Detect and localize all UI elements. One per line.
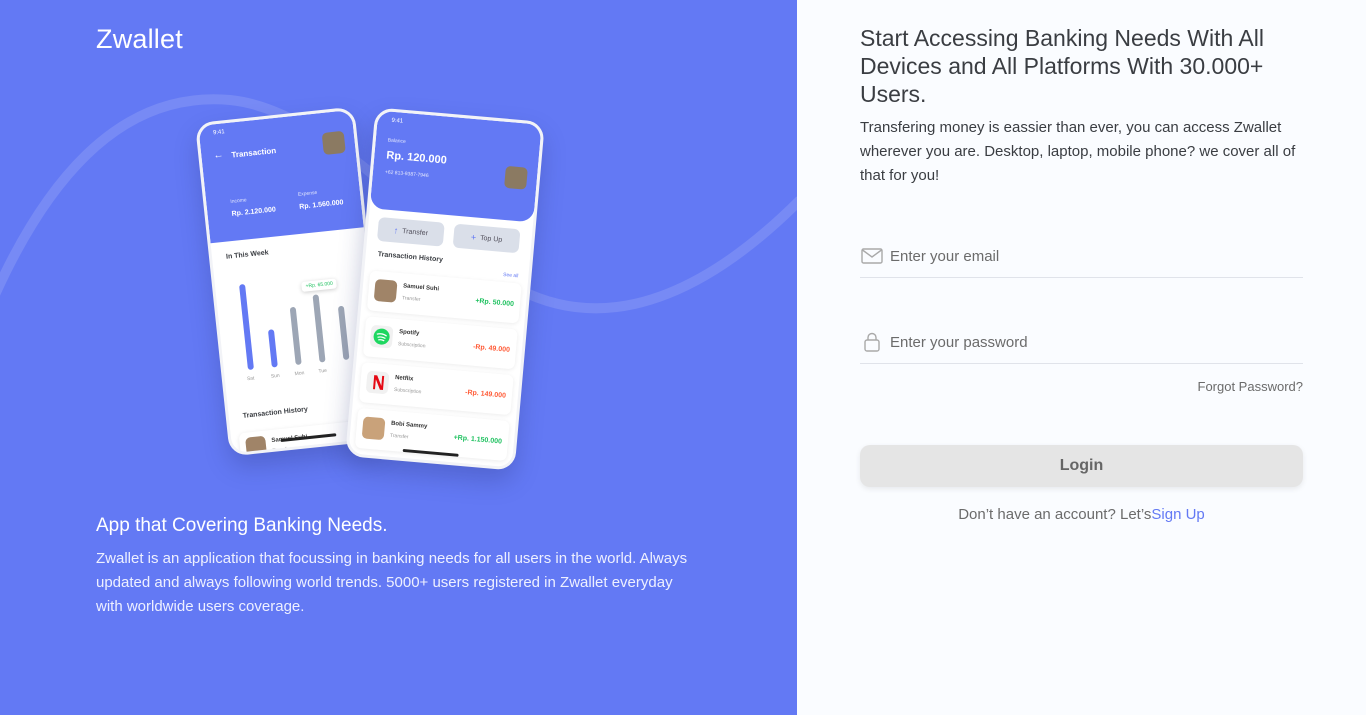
left-panel: Zwallet 9:41 ← Transaction Income Rp. 2.…: [0, 0, 797, 715]
transfer-label: Transfer: [401, 227, 429, 237]
phone-mockup-home: 9:41 Balance Rp. 120.000 +62 813-9387-79…: [345, 107, 545, 471]
page-description: Transfering money is eassier than ever, …: [860, 119, 1296, 184]
row-sub: Transfer: [389, 432, 409, 441]
balance-label: Balance: [387, 137, 407, 146]
password-field: [860, 324, 1303, 364]
signup-prompt: Don’t have an account? Let’sSign Up: [860, 506, 1303, 523]
email-field: [860, 238, 1303, 278]
email-input[interactable]: [890, 244, 1290, 268]
balance-header: 9:41 Balance Rp. 120.000 +62 813-9387-79…: [369, 110, 542, 223]
row-amount: +Rp. 1.150.000: [453, 434, 503, 446]
status-time: 9:41: [391, 117, 404, 125]
week-title: In This Week: [225, 249, 269, 261]
expense-value: Rp. 1.560.000: [298, 199, 344, 211]
status-time: 9:41: [212, 129, 226, 137]
arrow-up-icon: ↑: [393, 225, 399, 236]
row-name: Netflix: [394, 374, 414, 383]
bar: [239, 283, 254, 371]
balance-value: Rp. 120.000: [385, 149, 448, 167]
left-description: Zwallet is an application that focussing…: [96, 550, 688, 615]
row-name: Samuel Suhi: [402, 283, 440, 293]
mail-icon: [861, 248, 883, 264]
row-amount: -Rp. 149.000: [464, 389, 507, 400]
signup-text: Don’t have an account? Let’s: [958, 506, 1152, 523]
password-input[interactable]: [890, 330, 1290, 354]
transaction-title: Transaction: [230, 145, 277, 160]
lock-icon: [864, 332, 880, 352]
transaction-header: 9:41 ← Transaction Income Rp. 2.120.000 …: [198, 109, 364, 244]
row-sub: Subscription: [393, 386, 422, 396]
income-value: Rp. 2.120.000: [231, 206, 277, 218]
bar: [267, 329, 278, 368]
avatar: [373, 278, 398, 303]
row-name: Spotify: [398, 329, 420, 337]
row-amount: -Rp. 49.000: [472, 343, 511, 354]
list-item: Samuel Suhi Transfer +Rp. 50.000: [366, 270, 522, 324]
topup-button: + Top Up: [452, 223, 521, 254]
netflix-icon: [365, 370, 390, 395]
day-label: Tue: [318, 367, 328, 375]
plus-icon: +: [470, 232, 477, 243]
forgot-password-link[interactable]: Forgot Password?: [1198, 379, 1304, 394]
page-title: Start Accessing Banking Needs With All D…: [860, 25, 1264, 107]
signup-link[interactable]: Sign Up: [1151, 506, 1204, 523]
list-item: Spotify Subscription -Rp. 49.000: [362, 316, 518, 370]
chart-tooltip: +Rp. 65.000: [301, 278, 338, 292]
back-arrow-icon: ←: [212, 149, 224, 162]
phone-number: +62 813-9387-7946: [384, 169, 429, 180]
avatar: [321, 130, 346, 155]
day-label: Sat: [246, 375, 255, 383]
avatar: [245, 435, 268, 457]
history-title: Transaction History: [377, 251, 444, 264]
transfer-button: ↑ Transfer: [376, 216, 445, 247]
list-item: Netflix Subscription -Rp. 149.000: [358, 362, 514, 416]
row-sub: Transfer: [272, 446, 292, 454]
row-sub: Transfer: [401, 295, 421, 303]
action-buttons: ↑ Transfer + Top Up: [376, 216, 529, 256]
see-all-link: See all: [502, 272, 519, 280]
income-label: Income: [230, 197, 247, 205]
bar: [289, 306, 302, 366]
phone-mockups: 9:41 ← Transaction Income Rp. 2.120.000 …: [194, 104, 550, 476]
row-name: Bobi Sammy: [390, 420, 428, 430]
topup-label: Top Up: [479, 234, 503, 244]
avatar: [504, 165, 528, 190]
row-amount: +Rp. 50.000: [475, 297, 515, 309]
spotify-icon: [369, 324, 394, 349]
login-button[interactable]: Login: [860, 445, 1303, 487]
weekly-bar-chart: +Rp. 65.000 Sat Sun Mon Tue: [233, 270, 373, 383]
day-label: Mon: [294, 370, 305, 378]
day-label: Sun: [270, 372, 281, 380]
brand-logo: Zwallet: [96, 24, 183, 54]
left-heading: App that Covering Banking Needs.: [96, 515, 388, 536]
expense-label: Expense: [297, 189, 318, 198]
bar: [337, 305, 350, 361]
row-sub: Subscription: [397, 341, 426, 350]
history-title: Transaction History: [242, 406, 309, 420]
bar: [312, 294, 326, 363]
avatar: [361, 416, 386, 441]
